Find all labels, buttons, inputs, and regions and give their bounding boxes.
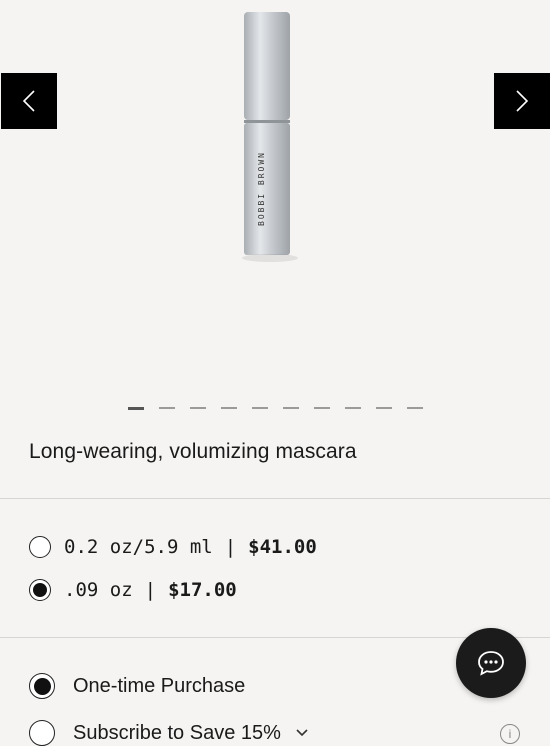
size-option-large[interactable]: 0.2 oz/5.9 ml | $41.00	[29, 534, 317, 560]
gallery-next-button[interactable]	[494, 73, 550, 129]
gallery-dot[interactable]	[221, 407, 237, 409]
size-radio[interactable]	[29, 536, 51, 558]
product-image: BOBBI BROWN	[242, 12, 298, 262]
one-time-radio[interactable]	[29, 673, 55, 699]
chat-button[interactable]	[456, 628, 526, 698]
chat-bubble-icon	[478, 651, 504, 676]
gallery-dot[interactable]	[128, 406, 144, 410]
gallery-dot[interactable]	[252, 407, 268, 409]
size-option-small[interactable]: .09 oz | $17.00	[29, 577, 237, 603]
chevron-down-icon[interactable]	[295, 728, 309, 738]
product-tagline: Long-wearing, volumizing mascara	[29, 440, 357, 463]
gallery-dot[interactable]	[407, 407, 423, 409]
gallery-dot[interactable]	[190, 407, 206, 409]
size-option-text: .09 oz | $17.00	[64, 579, 237, 601]
chevron-right-icon	[516, 90, 529, 112]
one-time-label: One-time Purchase	[73, 674, 246, 697]
gallery-dot[interactable]	[345, 407, 361, 409]
gallery-dot[interactable]	[376, 407, 392, 409]
subscribe-option[interactable]: Subscribe to Save 15%	[29, 720, 309, 746]
gallery-dot[interactable]	[283, 407, 299, 409]
one-time-purchase-option[interactable]: One-time Purchase	[29, 673, 245, 699]
gallery-dot[interactable]	[159, 407, 175, 409]
subscribe-label: Subscribe to Save 15%	[73, 721, 281, 744]
chevron-left-icon	[22, 90, 35, 112]
gallery-pagination	[128, 406, 423, 410]
gallery-prev-button[interactable]	[1, 73, 57, 129]
brand-logo-text: BOBBI BROWN	[257, 151, 266, 226]
info-icon[interactable]: i	[500, 724, 520, 744]
subscribe-radio[interactable]	[29, 720, 55, 746]
divider	[0, 498, 550, 499]
gallery-dot[interactable]	[314, 407, 330, 409]
size-radio-selected[interactable]	[29, 579, 51, 601]
size-option-text: 0.2 oz/5.9 ml | $41.00	[64, 536, 317, 558]
product-gallery: BOBBI BROWN	[0, 0, 550, 425]
